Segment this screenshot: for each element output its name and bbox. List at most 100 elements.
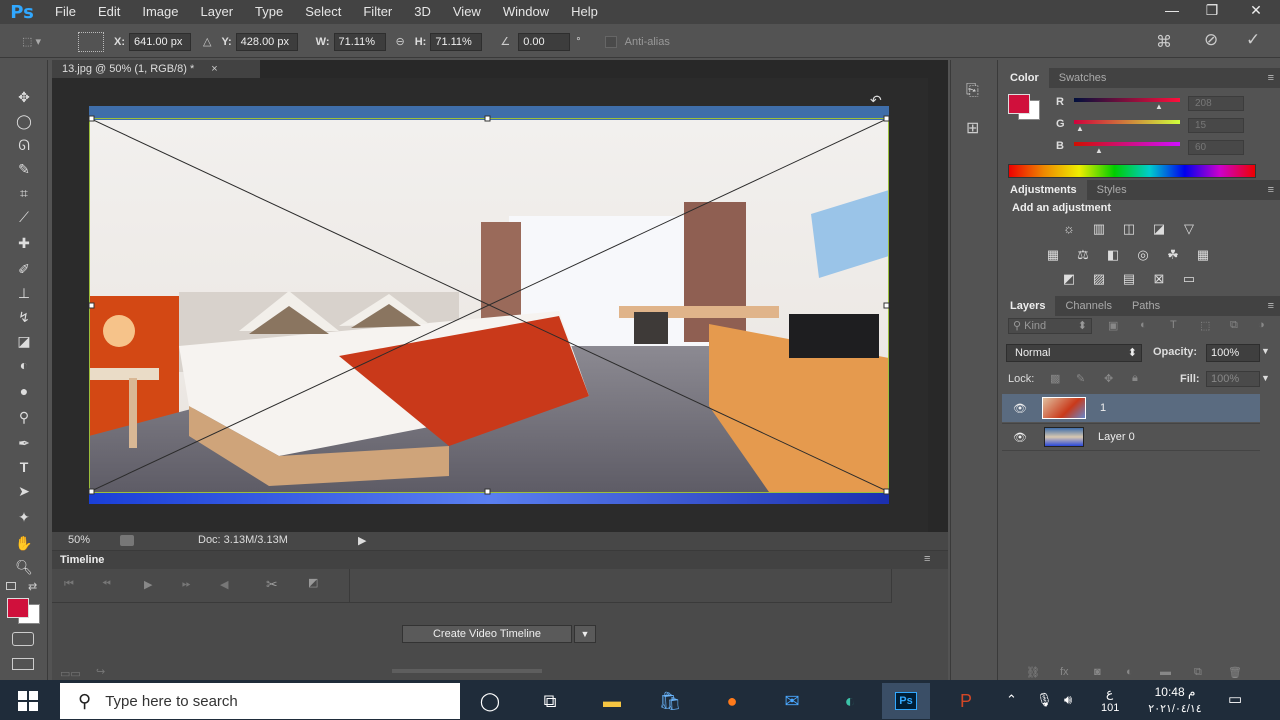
photo-filter-icon[interactable]: ◎ [1134,248,1152,262]
filter-smart-object-icon[interactable]: ⧉ [1230,319,1238,332]
marquee-tool-icon[interactable]: ◯ [12,110,36,132]
fill-dropdown-icon[interactable]: ▼ [1261,373,1270,383]
visibility-eye-icon[interactable]: 👁︎ [1002,402,1038,415]
fill-field[interactable]: 100% [1206,371,1260,387]
timeline-render-icon[interactable]: ↪ [96,665,105,678]
tab-swatches[interactable]: Swatches [1049,68,1117,88]
close-tab-icon[interactable]: × [211,63,217,75]
b-slider-thumb-icon[interactable]: ▲ [1095,146,1103,155]
brush-tool-icon[interactable]: ✐ [12,258,36,280]
posterize-icon[interactable]: ▨ [1090,272,1108,286]
layer-name[interactable]: 1 [1100,402,1106,414]
visibility-eye-icon[interactable]: 👁︎ [1002,431,1038,444]
x-field[interactable]: 641.00 px [129,32,191,51]
canvas-image[interactable] [89,106,889,504]
menu-file[interactable]: File [44,0,87,24]
cortana-icon[interactable]: ◯ [466,683,514,719]
healing-tool-icon[interactable]: ✚ [12,232,36,254]
tray-chevron-icon[interactable]: ⌃ [1006,692,1017,708]
filter-toggle-icon[interactable]: ◑ [1258,319,1265,331]
next-frame-icon[interactable]: ⏩︎ [182,578,191,591]
delta-icon[interactable]: △ [203,35,211,48]
edge-icon[interactable]: ◐ [826,683,874,719]
color-panel-menu-icon[interactable]: ≡ [1268,72,1274,84]
delete-layer-icon[interactable]: 🗑︎ [1228,666,1242,679]
quick-mask-icon[interactable] [12,632,34,646]
play-icon[interactable]: ▶ [144,578,152,591]
warp-icon[interactable]: ⌘ [1156,32,1172,52]
filter-shape-icon[interactable]: ⬚ [1200,319,1210,332]
tab-color[interactable]: Color [1000,68,1049,88]
document-tab[interactable]: 13.jpg @ 50% (1, RGB/8) * × [52,60,260,78]
levels-icon[interactable]: ▥ [1090,222,1108,236]
mail-icon[interactable]: ✉ [768,683,816,719]
selective-color-icon[interactable]: ⊠ [1150,272,1168,286]
split-scissors-icon[interactable]: ✂ [266,576,278,593]
cancel-transform-icon[interactable]: ⊘ [1204,30,1218,50]
commit-transform-icon[interactable]: ✓ [1246,30,1260,50]
move-tool-icon[interactable]: ✥ [12,86,36,108]
foreground-color-swatch[interactable] [7,598,29,618]
store-icon[interactable]: 🛍︎ [646,683,694,719]
screen-mode-icon[interactable] [12,658,34,670]
menu-view[interactable]: View [442,0,492,24]
lock-position-icon[interactable]: ✥ [1104,372,1113,385]
gradient-map-icon[interactable]: ▭ [1180,272,1198,286]
menu-3d[interactable]: 3D [403,0,442,24]
crop-tool-icon[interactable]: ⌗ [12,182,36,204]
default-colors-icon[interactable] [6,582,16,590]
lasso-tool-icon[interactable]: ᘏ [12,134,36,156]
hue-saturation-icon[interactable]: ▦ [1044,248,1062,262]
reference-point-icon[interactable] [78,31,104,52]
menu-type[interactable]: Type [244,0,294,24]
menu-help[interactable]: Help [560,0,609,24]
menu-window[interactable]: Window [492,0,560,24]
swap-colors-icon[interactable]: ⇄ [28,580,37,593]
clock-date[interactable]: ٢٠٢١/٠٤/١٤ [1140,702,1210,715]
layer-name[interactable]: Layer 0 [1098,431,1135,443]
menu-filter[interactable]: Filter [352,0,403,24]
windows-start-icon[interactable] [18,691,38,711]
create-video-timeline-button[interactable]: Create Video Timeline [402,625,572,643]
language-indicator[interactable]: ع [1106,686,1113,700]
b-slider[interactable] [1074,142,1180,146]
photoshop-taskbar-icon[interactable]: Ps [882,683,930,719]
powerpoint-icon[interactable]: P [942,683,990,719]
history-panel-icon[interactable]: ⎘ [966,82,979,100]
lock-all-icon[interactable]: 🔒︎ [1132,372,1138,385]
dodge-tool-icon[interactable]: ⚲ [12,406,36,428]
angle-field[interactable]: 0.00 [518,32,571,51]
zoom-level[interactable]: 50% [68,534,90,546]
w-field[interactable]: 71.11% [333,32,386,51]
hand-tool-icon[interactable]: ✋ [12,532,36,554]
microphone-icon[interactable]: 🎙︎ [1036,692,1053,708]
eyedropper-tool-icon[interactable]: ⟋ [12,206,36,228]
zoom-tool-icon[interactable]: 🔍︎ [12,556,36,578]
color-lookup-icon[interactable]: ▦ [1194,248,1212,262]
status-share-icon[interactable] [120,535,134,546]
file-explorer-icon[interactable]: ▬ [588,683,636,719]
audio-icon[interactable]: ◀ [220,578,228,591]
timeline-menu-icon[interactable]: ≡ [924,553,930,565]
invert-icon[interactable]: ◩ [1060,272,1078,286]
new-group-icon[interactable]: ▬ [1160,666,1171,678]
color-spectrum[interactable] [1008,164,1256,178]
exposure-icon[interactable]: ◪ [1150,222,1168,236]
channel-mixer-icon[interactable]: ☘ [1164,248,1182,262]
lock-pixels-icon[interactable]: ✎ [1076,372,1085,385]
notification-icon[interactable]: ▭ [1228,690,1242,708]
gradient-tool-icon[interactable]: ◐ [12,354,36,376]
black-white-icon[interactable]: ◧ [1104,248,1122,262]
layer-row[interactable]: 👁︎ 1 [1002,394,1260,422]
color-balance-icon[interactable]: ⚖ [1074,248,1092,262]
color-foreground-swatch[interactable] [1008,94,1030,114]
keyboard-indicator[interactable]: 101 [1101,702,1119,714]
link-layers-icon[interactable]: ⛓ [1026,666,1040,679]
blend-mode-dropdown[interactable]: Normal ⬍ [1006,344,1142,362]
minimize-button[interactable]: — [1152,0,1192,20]
type-tool-icon[interactable]: T [12,456,36,478]
tab-styles[interactable]: Styles [1087,180,1137,200]
path-select-tool-icon[interactable]: ➤ [12,480,36,502]
transition-icon[interactable]: ◩ [308,576,318,589]
filter-adjustment-icon[interactable]: ◐ [1140,319,1147,331]
